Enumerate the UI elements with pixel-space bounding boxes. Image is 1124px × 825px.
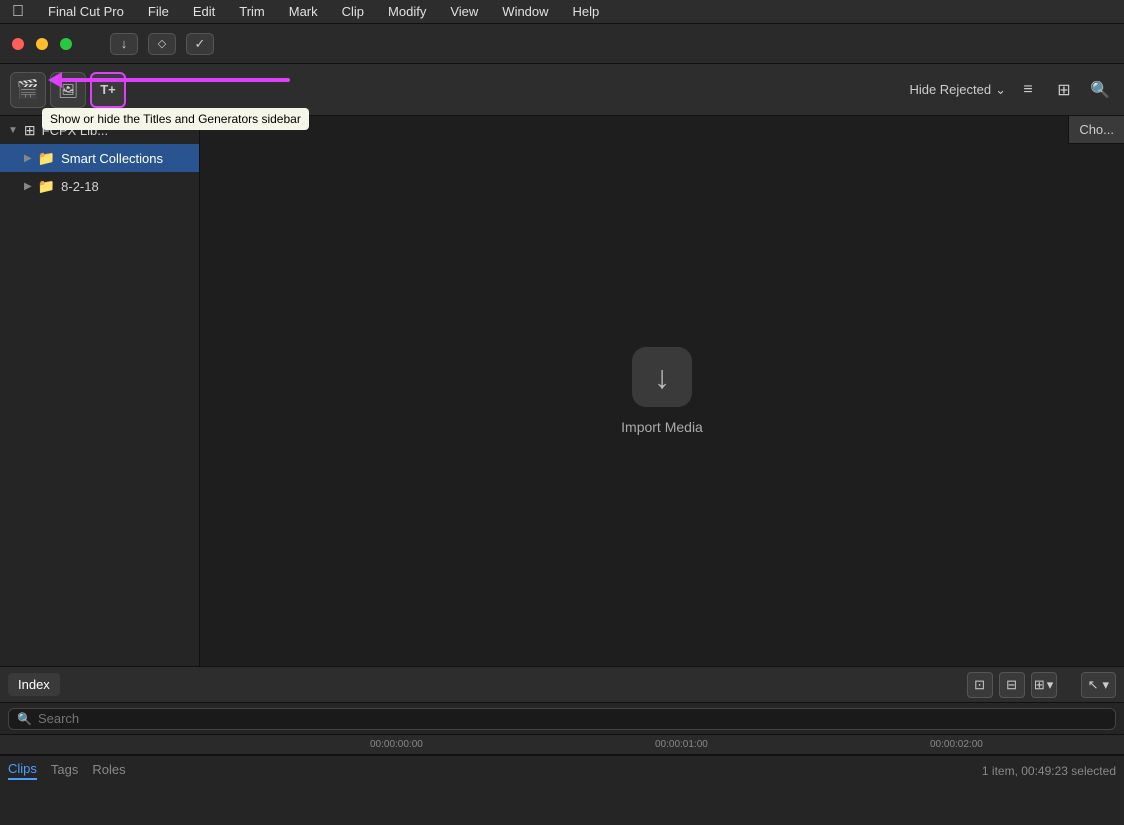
- folder-label: 8-2-18: [61, 179, 99, 194]
- sync-icon: ✓: [195, 36, 206, 52]
- search-button[interactable]: 🔍: [1086, 76, 1114, 104]
- media-import-button[interactable]: 🎬: [10, 72, 46, 108]
- sidebar: ▼ ⊞ FCPX Lib... ▶ 📁 Smart Collections ▶ …: [0, 116, 200, 666]
- search-input[interactable]: [38, 711, 1107, 726]
- content-area: Cho... ↓ Import Media: [200, 116, 1124, 666]
- browser-area: ↓ Import Media: [200, 116, 1124, 666]
- toolbar: 🎬 🖼 T+ Show or hide the Titles and Gener…: [0, 64, 1124, 116]
- arrow-tool-button[interactable]: ↖ ▾: [1081, 672, 1116, 698]
- search-glass-icon: 🔍: [17, 712, 32, 726]
- expand-arrow-sc-icon: ▶: [24, 153, 32, 164]
- menu-clip[interactable]: Clip: [338, 4, 368, 19]
- ruler-time-1: 00:00:01:00: [655, 739, 708, 750]
- download-arrow-icon: ↓: [654, 359, 670, 396]
- arrow-tool-icon: ↖: [1088, 677, 1099, 693]
- close-button[interactable]: [12, 38, 24, 50]
- sidebar-top: ▼ ⊞ FCPX Lib... ▶ 📁 Smart Collections ▶ …: [0, 116, 199, 200]
- library-icon: ⊞: [24, 122, 36, 139]
- sidebar-item-library[interactable]: ▼ ⊞ FCPX Lib...: [0, 116, 199, 144]
- timeline-toolbar: Index ⊡ ⊟ ⊞ ▾ ↖ ▾: [0, 667, 1124, 703]
- ctr-bar: Clips Tags Roles 1 item, 00:49:23 select…: [0, 755, 1124, 785]
- menu-bar:  Final Cut Pro File Edit Trim Mark Clip…: [0, 0, 1124, 24]
- clip-appearance-btn1[interactable]: ⊡: [967, 672, 993, 698]
- filmstrip-icon: ⊞: [1057, 80, 1070, 100]
- hide-rejected-label: Hide Rejected: [909, 82, 991, 97]
- clip-appearance-btn2[interactable]: ⊟: [999, 672, 1025, 698]
- hide-rejected-button[interactable]: Hide Rejected ⌄: [909, 82, 1006, 98]
- library-label: FCPX Lib...: [42, 123, 108, 138]
- highlight-arrow: [48, 72, 290, 88]
- sync-button[interactable]: ✓: [186, 33, 214, 55]
- upper-main: ▼ ⊞ FCPX Lib... ▶ 📁 Smart Collections ▶ …: [0, 116, 1124, 666]
- film-icon: 🎬: [17, 79, 39, 100]
- clips-tab[interactable]: Clips: [8, 761, 37, 780]
- download-button[interactable]: ↓: [110, 33, 138, 55]
- menu-mark[interactable]: Mark: [285, 4, 322, 19]
- menu-view[interactable]: View: [446, 4, 482, 19]
- cho-button[interactable]: Cho...: [1068, 116, 1124, 144]
- menu-modify[interactable]: Modify: [384, 4, 430, 19]
- list-view-icon: ≡: [1023, 81, 1032, 99]
- timeline-status: 1 item, 00:49:23 selected: [982, 764, 1116, 778]
- arrow-tool-dropdown-icon: ▾: [1102, 677, 1109, 693]
- chevron-down-icon: ⌄: [995, 82, 1006, 98]
- search-input-wrap[interactable]: 🔍: [8, 708, 1116, 730]
- timeline-ruler: 00:00:00:00 00:00:01:00 00:00:02:00: [0, 735, 1124, 755]
- smart-collections-label: Smart Collections: [61, 151, 163, 166]
- folder-icon: 📁: [38, 178, 55, 195]
- sidebar-item-smart-collections[interactable]: ▶ 📁 Smart Collections: [0, 144, 199, 172]
- menu-trim[interactable]: Trim: [235, 4, 269, 19]
- sidebar-item-folder[interactable]: ▶ 📁 8-2-18: [0, 172, 199, 200]
- import-media-label: Import Media: [621, 419, 703, 435]
- dropdown-chevron-icon: ▾: [1047, 677, 1054, 693]
- ruler-time-2: 00:00:02:00: [930, 739, 983, 750]
- menu-help[interactable]: Help: [569, 4, 604, 19]
- clip-icon1: ⊡: [974, 677, 985, 693]
- import-media-icon[interactable]: ↓: [632, 347, 692, 407]
- toolbar-left: 🎬 🖼 T+: [10, 72, 126, 108]
- search-bar: 🔍: [0, 703, 1124, 735]
- title-bar: ↓ ◇ ✓: [0, 24, 1124, 64]
- ruler-mark-0: 00:00:00:00: [370, 739, 423, 750]
- smart-collections-icon: 📁: [38, 150, 55, 167]
- tags-tab[interactable]: Tags: [51, 762, 78, 779]
- minimize-button[interactable]: [36, 38, 48, 50]
- download-icon: ↓: [121, 36, 128, 51]
- ruler-time-0: 00:00:00:00: [370, 739, 423, 750]
- apple-menu[interactable]: : [8, 3, 28, 21]
- maximize-button[interactable]: [60, 38, 72, 50]
- toolbar-right: Hide Rejected ⌄ ≡ ⊞ 🔍: [909, 76, 1114, 104]
- list-view-button[interactable]: ≡: [1014, 76, 1042, 104]
- menu-file[interactable]: File: [144, 4, 173, 19]
- ruler-mark-2: 00:00:02:00: [930, 739, 983, 750]
- expand-arrow-icon: ▼: [8, 125, 18, 136]
- clip-icon3: ⊞: [1034, 677, 1045, 693]
- search-icon: 🔍: [1090, 80, 1110, 100]
- key-button[interactable]: ◇: [148, 33, 176, 55]
- clip-appearance-btn3[interactable]: ⊞ ▾: [1031, 672, 1057, 698]
- lower-main: Index ⊡ ⊟ ⊞ ▾ ↖ ▾ 🔍 00:00:00:00 00:00:01…: [0, 666, 1124, 825]
- index-tab[interactable]: Index: [8, 673, 60, 696]
- menu-edit[interactable]: Edit: [189, 4, 219, 19]
- ruler-mark-1: 00:00:01:00: [655, 739, 708, 750]
- menu-finalcutpro[interactable]: Final Cut Pro: [44, 4, 128, 19]
- menu-window[interactable]: Window: [498, 4, 552, 19]
- filmstrip-view-button[interactable]: ⊞: [1050, 76, 1078, 104]
- key-icon: ◇: [158, 37, 166, 50]
- clip-icon2: ⊟: [1006, 677, 1017, 693]
- roles-tab[interactable]: Roles: [92, 762, 125, 779]
- expand-arrow-folder-icon: ▶: [24, 181, 32, 192]
